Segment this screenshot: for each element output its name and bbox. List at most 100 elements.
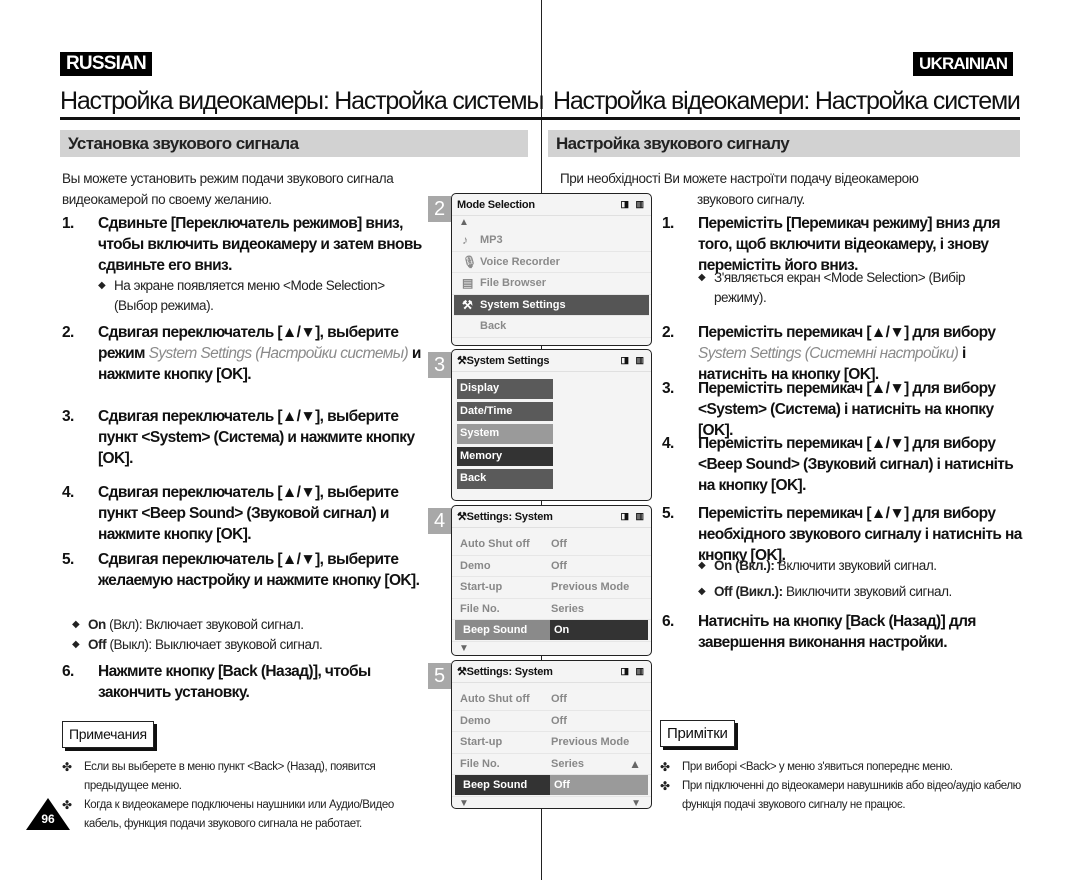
- step-text-part: Натисніть на кнопку [Back (Назад)] для з…: [698, 613, 976, 651]
- menu-item[interactable]: ▤ File Browser: [452, 273, 651, 295]
- screen-title: Mode Selection: [457, 198, 535, 211]
- menu-name-highlight: System Settings (Настройки системы): [148, 345, 409, 362]
- menu-button[interactable]: Display: [457, 379, 553, 399]
- menu-button[interactable]: Back: [457, 469, 553, 489]
- setting-value: Series: [551, 602, 585, 615]
- menu-item-label: System Settings: [480, 298, 566, 311]
- step-text-part: Сдвигая переключатель [▲/▼], выберите пу…: [98, 408, 415, 467]
- step-text-part: Перемістіть перемикач [▲/▼] для вибору: [698, 324, 996, 341]
- scroll-down-arrow-icon[interactable]: ▼: [452, 642, 651, 656]
- settings-icon: ⚒: [457, 666, 467, 678]
- step-tab-2: 2: [428, 196, 451, 222]
- setting-row[interactable]: Demo Off: [452, 711, 651, 732]
- value-down-arrow-icon[interactable]: ▼: [631, 797, 641, 809]
- scroll-down-arrow-icon[interactable]: ▼ ▼: [452, 797, 651, 809]
- step-number: 3.: [662, 380, 674, 397]
- setting-row[interactable]: Auto Shut off Off: [452, 689, 651, 711]
- step-text-part: Сдвигая переключатель [▲/▼], выберите пу…: [98, 484, 399, 543]
- step-tab-5: 5: [428, 663, 451, 689]
- bullet-uk-2: On (Вкл.): Включити звуковий сигнал.: [698, 556, 998, 576]
- memory-battery-icons: ◨ ▥: [620, 511, 646, 521]
- setting-label: Start-up: [460, 736, 503, 749]
- setting-label: File No.: [460, 757, 500, 770]
- setting-label: Beep Sound: [455, 620, 550, 641]
- mp3-icon: ♪: [462, 233, 468, 248]
- bullet-uk-3: Off (Викл.): Виключити звуковий сигнал.: [698, 582, 998, 602]
- step-text-part: Перемістіть [Перемикач режиму] вниз для …: [698, 215, 1001, 274]
- menu-item-label: MP3: [480, 234, 503, 247]
- bullet-bold: On (Вкл.):: [714, 558, 775, 573]
- step-number: 4.: [62, 484, 74, 501]
- memory-battery-icons: ◨ ▥: [620, 355, 646, 365]
- menu-item-label: File Browser: [480, 277, 547, 290]
- step-number: 5.: [62, 551, 74, 568]
- setting-label: Auto Shut off: [460, 538, 530, 551]
- step-text: Нажмите кнопку [Back (Назад)], чтобы зак…: [98, 661, 428, 703]
- setting-row[interactable]: Beep Sound Off: [452, 775, 651, 797]
- menu-item[interactable]: ♪ MP3: [452, 230, 651, 252]
- menu-item[interactable]: Back: [452, 316, 651, 338]
- step-text: Перемістіть перемикач [▲/▼] для вибору S…: [698, 322, 1028, 385]
- setting-label: Start-up: [460, 581, 503, 594]
- menu-item[interactable]: ⚒ System Settings: [454, 294, 649, 316]
- step-number: 1.: [62, 215, 74, 232]
- setting-value: Series: [551, 757, 585, 770]
- step-text: Перемістіть перемикач [▲/▼] для вибору <…: [698, 378, 1028, 441]
- bullet-ru-2: On (Вкл): Включает звуковой сигнал.: [72, 615, 372, 635]
- screen-title: Settings: System: [466, 510, 553, 523]
- system-settings-icon: ⚒: [462, 297, 473, 312]
- menu-item[interactable]: 🎙 Voice Recorder: [452, 252, 651, 273]
- device-screen-4: ⚒ Settings: System ◨ ▥ Auto Shut off Off Dem…: [451, 505, 652, 656]
- setting-row[interactable]: Start-up Previous Mode: [452, 577, 651, 599]
- note-ru-2: Когда к видеокамере подключены наушники …: [62, 796, 417, 834]
- setting-row[interactable]: Auto Shut off Off: [452, 534, 651, 556]
- intro-ru-line2: видеокамерой по своему желанию.: [62, 192, 272, 207]
- setting-row[interactable]: Demo Off: [452, 556, 651, 577]
- step-number: 4.: [662, 435, 674, 452]
- menu-button[interactable]: Date/Time: [457, 401, 553, 421]
- setting-row[interactable]: Start-up Previous Mode: [452, 732, 651, 754]
- setting-value: Off: [551, 538, 567, 551]
- scroll-down-arrow-icon[interactable]: ▼: [459, 797, 469, 809]
- device-screen-5: ⚒ Settings: System ◨ ▥ Auto Shut off Off Dem…: [451, 660, 652, 809]
- setting-value: Off: [550, 775, 648, 796]
- scroll-down-arrow-icon[interactable]: ▼: [459, 642, 469, 656]
- step-number: 6.: [62, 663, 74, 680]
- menu-button[interactable]: System: [457, 424, 553, 444]
- step-text-part: Сдвигая переключатель [▲/▼], выберите же…: [98, 551, 420, 589]
- setting-value: On: [550, 620, 648, 641]
- setting-value: Off: [551, 693, 567, 706]
- intro-uk-line1: При необхідності Ви можете настроїти под…: [560, 171, 919, 186]
- note-uk-2: При підключенні до відеокамери навушникі…: [660, 777, 1025, 815]
- setting-row[interactable]: Beep Sound On: [452, 620, 651, 642]
- bullet-ru-1: На экране появляется меню <Mode Selectio…: [98, 276, 398, 316]
- bullet-text: Включити звуковий сигнал.: [774, 558, 937, 573]
- setting-value: Off: [551, 714, 567, 727]
- file-browser-icon: ▤: [462, 276, 474, 291]
- bullet-text: Виключити звуковий сигнал.: [782, 584, 952, 599]
- step-text: Сдвигая переключатель [▲/▼], выберите ре…: [98, 322, 428, 385]
- setting-row[interactable]: File No. Series: [452, 599, 651, 620]
- intro-ru-line1: Вы можете установить режим подачи звуков…: [62, 171, 394, 186]
- step-number: 5.: [662, 505, 674, 522]
- screen-header: ⚒ System Settings ◨ ▥: [452, 350, 651, 372]
- scroll-up-arrow-icon[interactable]: ▲: [629, 757, 641, 771]
- page-title-ru: Настройка видеокамеры: Настройка системы: [60, 87, 544, 115]
- step-text-part: Сдвиньте [Переключатель режимов] вниз, ч…: [98, 215, 422, 274]
- notes-label-ru: Примечания: [62, 721, 154, 748]
- scroll-up-arrow-icon[interactable]: ▲: [452, 216, 651, 230]
- step-text-part: Нажмите кнопку [Back (Назад)], чтобы зак…: [98, 663, 371, 701]
- bullet-text: З'являється екран <Mode Selection> (Вибі…: [714, 270, 966, 305]
- step-text: Перемістіть [Перемикач режиму] вниз для …: [698, 213, 1028, 276]
- notes-label-uk: Примітки: [660, 720, 735, 747]
- menu-name-highlight: System Settings (Системні настройки): [698, 345, 959, 362]
- menu-item-label: Voice Recorder: [480, 255, 560, 268]
- section-heading-uk: Настройка звукового сигналу: [548, 130, 1020, 157]
- menu-button[interactable]: Memory: [457, 446, 553, 466]
- language-badge-ukrainian: UKRAINIAN: [913, 52, 1014, 76]
- step-number: 3.: [62, 408, 74, 425]
- setting-label: Beep Sound: [455, 775, 550, 796]
- step-number: 2.: [662, 324, 674, 341]
- step-tab-3: 3: [428, 352, 451, 378]
- setting-row[interactable]: File No. Series ▲: [452, 754, 651, 775]
